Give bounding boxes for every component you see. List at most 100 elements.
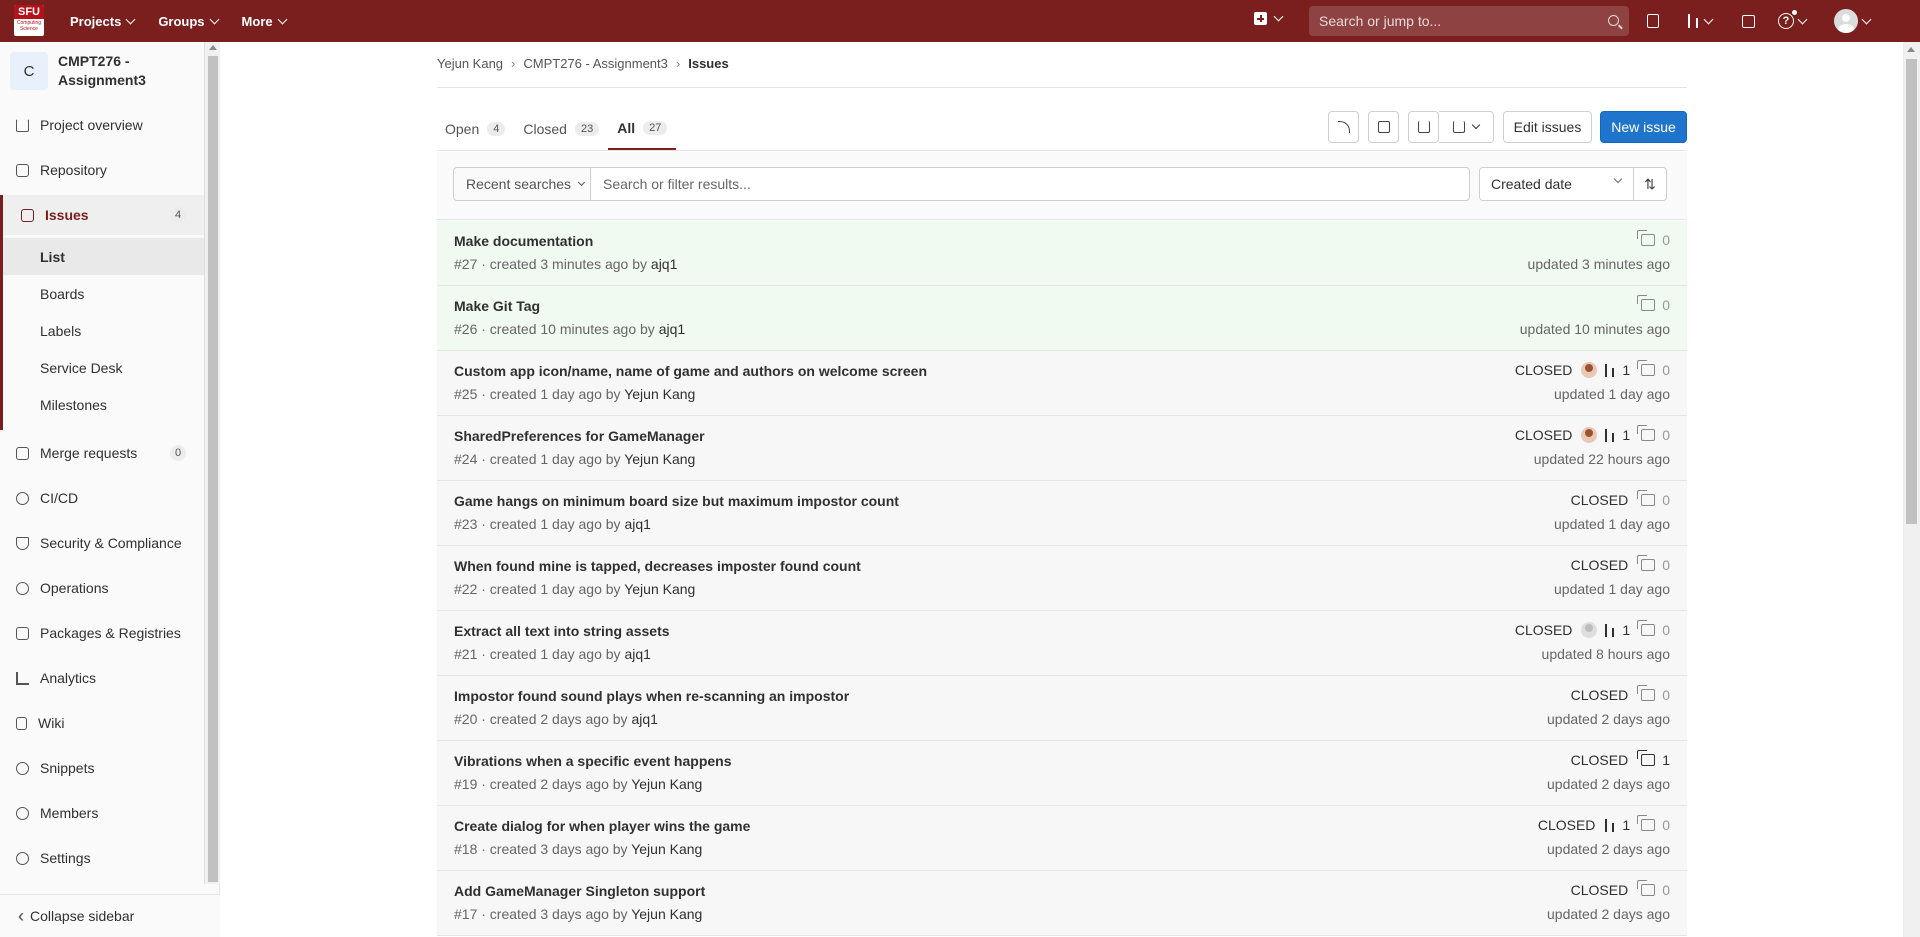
sidebar-item-settings[interactable]: Settings: [0, 838, 204, 878]
collapse-sidebar-button[interactable]: ‹‹ Collapse sidebar: [0, 894, 220, 937]
edit-issues-button[interactable]: Edit issues: [1503, 111, 1592, 143]
tab-all-label: All: [617, 120, 636, 136]
issue-row[interactable]: Game hangs on minimum board size but max…: [437, 481, 1687, 546]
sidebar-item-security[interactable]: Security & Compliance: [0, 523, 204, 563]
sidebar-scrollbar-thumb[interactable]: [208, 56, 218, 882]
nav-groups[interactable]: Groups: [158, 14, 219, 29]
download-icon: [1453, 121, 1465, 133]
assignee-avatar[interactable]: [1581, 427, 1598, 443]
sidebar-subitem-boards[interactable]: Boards: [3, 275, 207, 312]
issue-title[interactable]: Make Git Tag: [454, 298, 540, 314]
issues-shortcut-button[interactable]: [1647, 12, 1659, 30]
issue-author[interactable]: ajq1: [631, 711, 657, 727]
issue-title[interactable]: Create dialog for when player wins the g…: [454, 818, 750, 834]
gear-icon: [16, 851, 29, 865]
sort-by-dropdown[interactable]: Created date: [1479, 167, 1634, 201]
sidebar-item-repository[interactable]: Repository: [0, 150, 204, 190]
issue-author[interactable]: ajq1: [624, 516, 650, 532]
issue-filter-input[interactable]: Search or filter results...: [590, 167, 1470, 201]
issue-author[interactable]: Yejun Kang: [631, 906, 702, 922]
user-menu-button[interactable]: [1834, 9, 1872, 33]
issue-row[interactable]: Create dialog for when player wins the g…: [437, 806, 1687, 871]
issue-row[interactable]: Make Git Tag #26 · created 10 minutes ag…: [437, 286, 1687, 351]
new-issue-button[interactable]: New issue: [1600, 111, 1687, 143]
sidebar-scrollbar[interactable]: [204, 42, 220, 884]
scroll-up-arrow-icon[interactable]: [1907, 47, 1915, 52]
issue-row[interactable]: Extract all text into string assets #21 …: [437, 611, 1687, 676]
chevron-down-icon: [1471, 120, 1481, 130]
export-dropdown-button[interactable]: [1439, 111, 1494, 143]
scroll-up-arrow-icon[interactable]: [209, 45, 217, 50]
issue-title[interactable]: Impostor found sound plays when re-scann…: [454, 688, 849, 704]
issue-state-badge: CLOSED: [1570, 557, 1629, 573]
merge-request-count: 1: [1622, 622, 1631, 638]
issue-author[interactable]: Yejun Kang: [631, 841, 702, 857]
sidebar-item-packages[interactable]: Packages & Registries: [0, 613, 204, 653]
sidebar-item-snippets[interactable]: Snippets: [0, 748, 204, 788]
issue-title[interactable]: Add GameManager Singleton support: [454, 883, 705, 899]
issue-author[interactable]: ajq1: [659, 321, 685, 337]
sidebar-item-members[interactable]: Members: [0, 793, 204, 833]
issue-author[interactable]: Yejun Kang: [624, 581, 695, 597]
issue-title[interactable]: Extract all text into string assets: [454, 623, 670, 639]
global-search-input[interactable]: Search or jump to...: [1309, 6, 1629, 36]
rss-feed-button[interactable]: [1328, 111, 1359, 143]
calendar-feed-button[interactable]: [1368, 111, 1399, 143]
home-icon: [16, 118, 29, 132]
sidebar-item-project-overview[interactable]: Project overview: [0, 105, 204, 145]
issue-row[interactable]: When found mine is tapped, decreases imp…: [437, 546, 1687, 611]
sidebar-item-wiki[interactable]: Wiki: [0, 703, 204, 743]
recent-searches-label: Recent searches: [466, 176, 572, 192]
sfu-logo[interactable]: SFU Computing Science: [14, 5, 44, 36]
merge-request-count: 1: [1622, 427, 1631, 443]
sidebar-item-issues[interactable]: Issues 4: [3, 195, 204, 235]
upload-icon: [1417, 121, 1430, 133]
nav-projects[interactable]: Projects: [70, 14, 136, 29]
issue-author[interactable]: ajq1: [624, 646, 650, 662]
tab-closed[interactable]: Closed 23: [514, 108, 608, 150]
import-button[interactable]: [1408, 111, 1439, 143]
issue-title[interactable]: Vibrations when a specific event happens: [454, 753, 732, 769]
issue-title[interactable]: Custom app icon/name, name of game and a…: [454, 363, 927, 379]
breadcrumb-user[interactable]: Yejun Kang: [437, 56, 503, 71]
sidebar-item-analytics[interactable]: Analytics: [0, 658, 204, 698]
merge-requests-shortcut-button[interactable]: [1686, 12, 1714, 30]
project-header[interactable]: C CMPT276 - Assignment3: [10, 52, 178, 90]
tab-open[interactable]: Open 4: [437, 108, 514, 150]
issue-author[interactable]: Yejun Kang: [624, 386, 695, 402]
issue-row[interactable]: Make documentation #27 · created 3 minut…: [437, 221, 1687, 286]
issue-author[interactable]: Yejun Kang: [631, 776, 702, 792]
issue-row[interactable]: Impostor found sound plays when re-scann…: [437, 676, 1687, 741]
issue-row[interactable]: Vibrations when a specific event happens…: [437, 741, 1687, 806]
page-scrollbar-thumb[interactable]: [1906, 59, 1917, 524]
sidebar-item-merge-requests[interactable]: Merge requests 0: [0, 433, 204, 473]
nav-more[interactable]: More: [242, 14, 288, 29]
todos-button[interactable]: [1742, 12, 1755, 30]
breadcrumb-current[interactable]: Issues: [688, 56, 728, 71]
page-scrollbar[interactable]: [1903, 42, 1920, 937]
issue-row[interactable]: Add GameManager Singleton support #17 · …: [437, 871, 1687, 936]
tab-all[interactable]: All 27: [608, 108, 677, 150]
sidebar-subitem-labels[interactable]: Labels: [3, 312, 207, 349]
issue-title[interactable]: Make documentation: [454, 233, 593, 249]
recent-searches-dropdown[interactable]: Recent searches: [453, 167, 590, 201]
sort-direction-button[interactable]: ⇅: [1633, 167, 1667, 201]
issue-title[interactable]: When found mine is tapped, decreases imp…: [454, 558, 861, 574]
sidebar-subitem-milestones[interactable]: Milestones: [3, 386, 207, 423]
assignee-avatar[interactable]: [1581, 362, 1598, 378]
issue-author[interactable]: ajq1: [651, 256, 677, 272]
help-button[interactable]: ?: [1778, 9, 1808, 30]
chart-icon: [16, 671, 29, 685]
issue-title[interactable]: Game hangs on minimum board size but max…: [454, 493, 899, 509]
sidebar-subitem-list[interactable]: List: [3, 238, 204, 275]
new-dropdown-button[interactable]: [1254, 11, 1284, 25]
issue-title[interactable]: SharedPreferences for GameManager: [454, 428, 705, 444]
issue-row[interactable]: SharedPreferences for GameManager #24 · …: [437, 416, 1687, 481]
assignee-avatar[interactable]: [1581, 622, 1598, 638]
sidebar-item-ci-cd[interactable]: CI/CD: [0, 478, 204, 518]
breadcrumb-project[interactable]: CMPT276 - Assignment3: [523, 56, 668, 71]
sidebar-item-operations[interactable]: Operations: [0, 568, 204, 608]
sidebar-subitem-service-desk[interactable]: Service Desk: [3, 349, 207, 386]
issue-author[interactable]: Yejun Kang: [624, 451, 695, 467]
issue-row[interactable]: Custom app icon/name, name of game and a…: [437, 351, 1687, 416]
